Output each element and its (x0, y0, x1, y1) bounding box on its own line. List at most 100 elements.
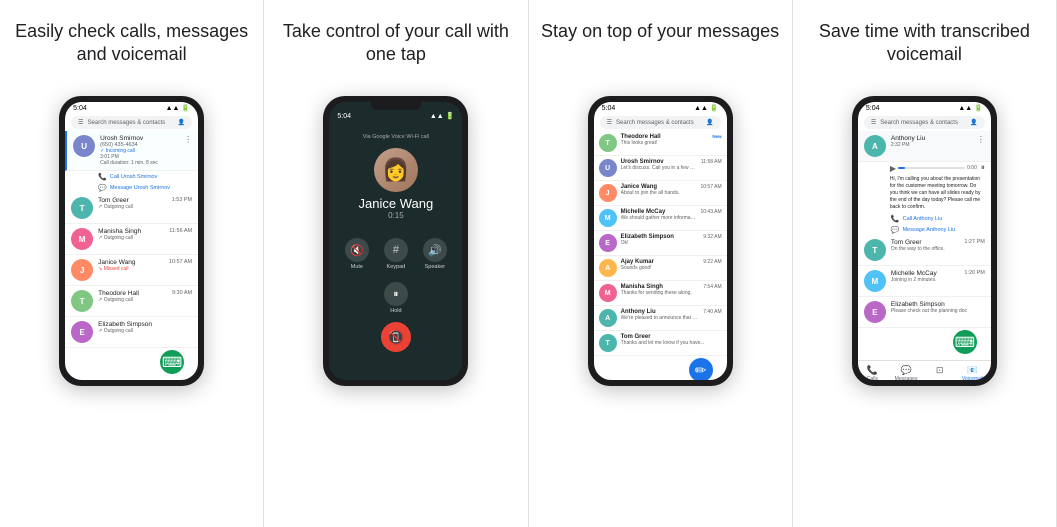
fab-button[interactable]: ⌨ (953, 330, 977, 354)
calls-panel: Easily check calls, messages and voicema… (0, 0, 264, 527)
call-info: Elizabeth Simpson ↗ Outgoing call (98, 321, 192, 334)
voicemail-item[interactable]: E Elizabeth Simpson Please check out the… (858, 297, 991, 328)
message-item[interactable]: A Anthony Liu We're pleased to announce … (594, 306, 727, 331)
avatar-icon: 👤 (706, 119, 713, 126)
msg-time: 7:40 AM (703, 309, 721, 315)
speaker-label: Speaker (425, 264, 446, 270)
call-item[interactable]: T Theodore Hall ↗ Outgoing call 9:30 AM (65, 286, 198, 317)
status-time: 5:04 (866, 105, 880, 112)
call-time: 9:30 AM (172, 290, 192, 296)
message-item[interactable]: M Manisha Singh Thanks for sending these… (594, 281, 727, 306)
call-action-message[interactable]: 💬 Message Urosh Smirnov (65, 182, 198, 193)
call-control-title: Take control of your call with one tap (276, 20, 515, 80)
end-call-button[interactable]: 📵 (381, 322, 411, 352)
hold-button[interactable]: ⏸ (384, 282, 408, 306)
msg-preview: About to join the all hands. (621, 190, 697, 196)
more-icon[interactable]: ⋮ (184, 135, 192, 144)
search-placeholder: Search messages & contacts (616, 120, 694, 126)
msg-preview: Ok! (621, 240, 700, 246)
speaker-button[interactable]: 🔊 Speaker (423, 238, 447, 270)
search-bar[interactable]: ☰ Search messages & contacts 👤 (864, 116, 985, 129)
msg-info: Michelle McCay We should gather more inf… (621, 209, 697, 221)
call-item[interactable]: M Manisha Singh ↗ Outgoing call 11:56 AM (65, 224, 198, 255)
avatar: A (599, 309, 617, 327)
message-item[interactable]: J Janice Wang About to join the all hand… (594, 181, 727, 206)
msg-preview: Thanks for sending these along. (621, 290, 700, 296)
calls-phone: 5:04 ▲▲ 🔋 ☰ Search messages & contacts 👤… (59, 96, 204, 386)
avatar: T (71, 197, 93, 219)
voicemail-screen: 5:04 ▲▲ 🔋 ☰ Search messages & contacts 👤… (858, 102, 991, 380)
voicemail-item-expanded[interactable]: A Anthony Liu 2:32 PM ⋮ (858, 131, 991, 162)
call-action-call[interactable]: 📞 Call Urosh Smirnov (65, 171, 198, 182)
voicemail-item[interactable]: M Michelle McCay Joining in 2 minutes. 1… (858, 266, 991, 297)
call-item-expanded[interactable]: U Urosh Smirnov (650) 435-4634 ✓ Incomin… (65, 131, 198, 171)
status-icons: ▲▲ 🔋 (430, 112, 455, 120)
call-info: Urosh Smirnov (650) 435-4634 ✓ Incoming … (100, 135, 179, 166)
message-item[interactable]: E Elizabeth Simpson Ok! 9:32 AM (594, 231, 727, 256)
message-item[interactable]: T Tom Greer Thanks and let me know if yo… (594, 331, 727, 356)
phone-icon: 📞 (98, 173, 107, 181)
bottom-nav: 📞 Calls 💬 Messages ⊡ 📧 Voicemail (858, 360, 991, 380)
msg-preview: We're pleased to announce that we will..… (621, 315, 700, 321)
call-type: ↗ Outgoing call (98, 328, 192, 334)
call-control-screen: 5:04 ▲▲ 🔋 Via Google Voice Wi-Fi call 👩 … (329, 102, 462, 380)
status-time: 5:04 (73, 105, 87, 112)
nav-messages[interactable]: 💬 Messages (895, 365, 918, 380)
msg-info: Tom Greer Thanks and let me know if you … (621, 334, 722, 346)
call-item[interactable]: E Elizabeth Simpson ↗ Outgoing call (65, 317, 198, 348)
call-controls: 🔇 Mute # Keypad 🔊 Speaker (337, 238, 454, 270)
mute-icon: 🔇 (345, 238, 369, 262)
status-icons: ▲▲ 🔋 (694, 104, 719, 112)
play-bar[interactable] (898, 167, 965, 169)
msg-info: Anthony Liu We're pleased to announce th… (621, 309, 700, 321)
message-item[interactable]: M Michelle McCay We should gather more i… (594, 206, 727, 231)
search-bar[interactable]: ☰ Search messages & contacts 👤 (600, 116, 721, 129)
msg-preview: Thanks and let me know if you have... (621, 340, 722, 346)
message-action-label: Message Urosh Smirnov (110, 185, 170, 191)
hold-section: ⏸ Hold (384, 282, 408, 314)
menu-icon: ☰ (78, 119, 83, 126)
vm-time: 2:32 PM (891, 142, 972, 148)
new-badge: New (712, 134, 721, 139)
avatar: E (864, 301, 886, 323)
search-placeholder: Search messages & contacts (88, 120, 166, 126)
play-icon[interactable]: ▶ (890, 164, 896, 173)
message-item[interactable]: U Urosh Smirnov Let's discuss. Call you … (594, 156, 727, 181)
avatar: M (864, 270, 886, 292)
call-full-duration: Call duration: 1 min, 8 sec (100, 160, 179, 166)
call-item[interactable]: J Janice Wang ↘ Missed call 10:57 AM (65, 255, 198, 286)
vm-action-message[interactable]: 💬 Message Anthony Liu (858, 224, 991, 235)
mute-button[interactable]: 🔇 Mute (345, 238, 369, 270)
status-bar: 5:04 ▲▲ 🔋 (594, 102, 727, 114)
vm-info: Tom Greer On the way to the office. (891, 239, 960, 252)
fab-button[interactable]: ⌨ (160, 350, 184, 374)
calls-panel-title: Easily check calls, messages and voicema… (12, 20, 251, 80)
menu-icon: ☰ (871, 119, 876, 126)
nav-voicemail[interactable]: 📧 Voicemail (962, 365, 983, 380)
avatar: T (599, 134, 617, 152)
caller-name: Manisha Singh (98, 228, 164, 235)
keypad-button[interactable]: # Keypad (384, 238, 408, 270)
messages-panel-title: Stay on top of your messages (541, 20, 779, 80)
voicemail-icon: 📧 (966, 365, 980, 375)
nav-calls[interactable]: 📞 Calls (865, 365, 879, 380)
status-bar: 5:04 ▲▲ 🔋 (858, 102, 991, 114)
voicemail-item[interactable]: T Tom Greer On the way to the office. 1:… (858, 235, 991, 266)
vm-name: Elizabeth Simpson (891, 301, 985, 308)
speaker-icon: 🔊 (423, 238, 447, 262)
vm-info: Anthony Liu 2:32 PM (891, 135, 972, 148)
message-item[interactable]: A Ajay Kumar Sounds good! 9:22 AM (594, 256, 727, 281)
search-bar[interactable]: ☰ Search messages & contacts 👤 (71, 116, 192, 129)
play-progress (898, 167, 905, 169)
hold-label: Hold (384, 308, 408, 314)
more-icon[interactable]: ⋮ (977, 135, 985, 144)
keypad-label: Keypad (387, 264, 406, 270)
message-item[interactable]: T Theodore Hall This looks great! New (594, 131, 727, 156)
fab-button[interactable]: ✏ (689, 358, 713, 380)
caller-avatar: 👩 (374, 148, 418, 192)
pause-icon[interactable]: ⏸ (981, 163, 985, 173)
vm-action-call[interactable]: 📞 Call Anthony Liu (858, 213, 991, 224)
msg-time: 10:57 AM (700, 184, 721, 190)
call-type: ↗ Outgoing call (98, 235, 164, 241)
call-item[interactable]: T Tom Greer ↗ Outgoing call 1:53 PM (65, 193, 198, 224)
